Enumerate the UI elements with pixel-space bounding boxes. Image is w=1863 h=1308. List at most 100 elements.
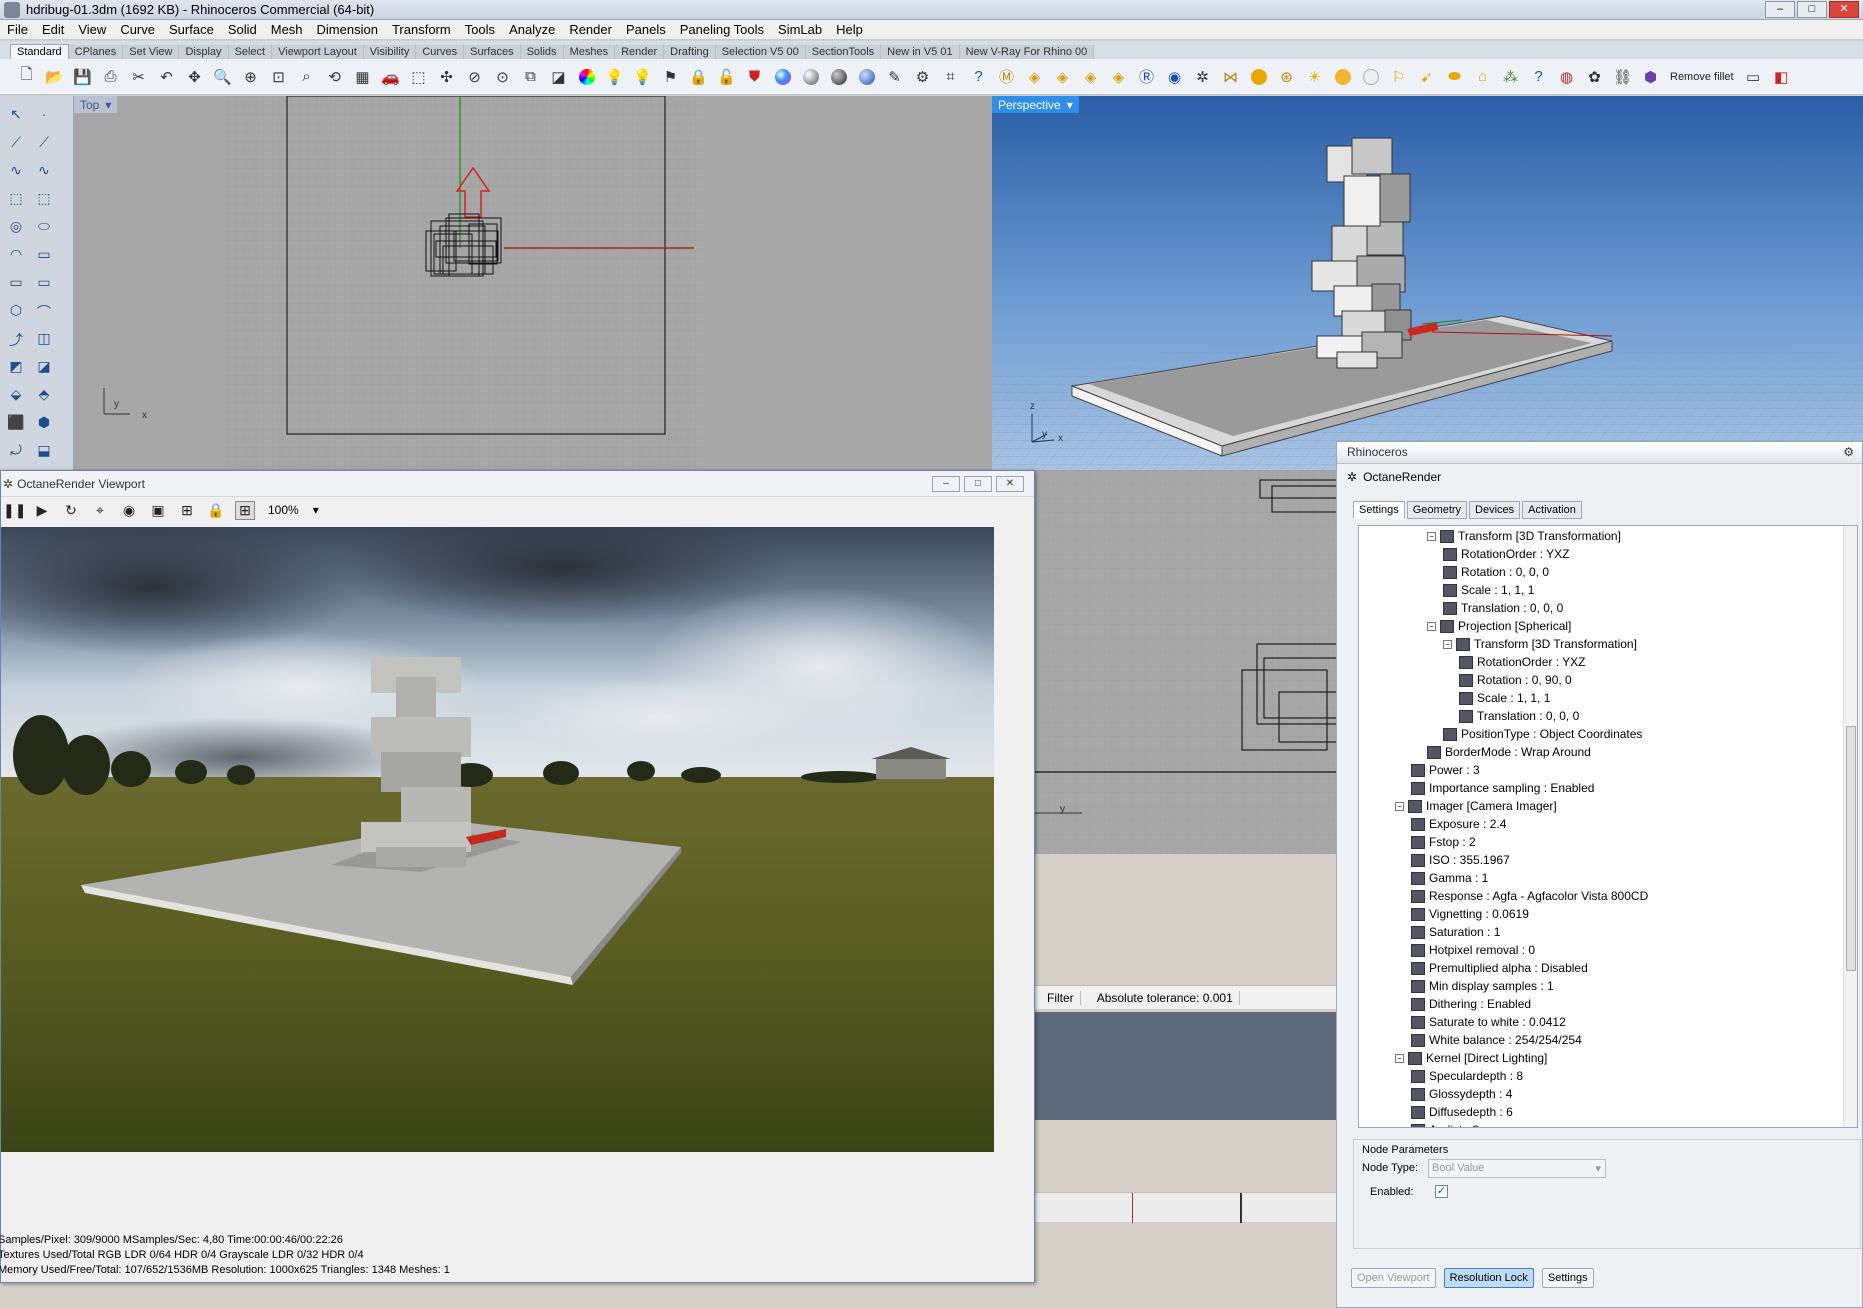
print-icon[interactable]: ⎙ — [98, 64, 123, 89]
plugin-tab[interactable]: ✲ OctaneRender — [1337, 464, 1862, 490]
tree-row[interactable]: Saturate to white : 0.0412 — [1411, 1013, 1566, 1031]
tree-row[interactable]: Rotation : 0, 90, 0 — [1459, 671, 1572, 689]
light-icon[interactable]: 💡 — [602, 64, 627, 89]
menu-analyze[interactable]: Analyze — [502, 22, 562, 37]
tag-icon[interactable]: ◈ — [1022, 64, 1047, 89]
minimize-button[interactable]: – — [1765, 1, 1795, 18]
menu-paneling-tools[interactable]: Paneling Tools — [673, 22, 771, 37]
select-arrow-icon[interactable]: ↖ — [6, 106, 26, 124]
lock-icon[interactable]: 🔒 — [206, 502, 226, 519]
menu-file[interactable]: File — [0, 22, 35, 37]
collapse-toggle-icon[interactable]: − — [1443, 639, 1452, 649]
color-wheel-icon[interactable] — [574, 64, 599, 89]
m-icon[interactable]: Ⓜ — [994, 64, 1019, 89]
line-icon[interactable]: ⟋ — [34, 134, 54, 152]
viewport-perspective[interactable]: Perspective ▾ z y x — [992, 96, 1863, 470]
tree-scrollbar[interactable] — [1843, 526, 1857, 1127]
gumball-icon[interactable]: ✣ — [434, 64, 459, 89]
viewport-top[interactable]: Top ▾ y x — [74, 96, 992, 470]
remove-fillet-label[interactable]: Remove fillet — [1670, 71, 1734, 83]
zoom-window-icon[interactable]: ⊕ — [238, 64, 263, 89]
tree-row[interactable]: Power : 3 — [1411, 761, 1480, 779]
tab-visibility[interactable]: Visibility — [363, 45, 417, 59]
save-render-icon[interactable]: ▣ — [148, 502, 168, 519]
orange-dot-icon[interactable] — [1330, 64, 1355, 89]
collapse-toggle-icon[interactable]: − — [1395, 801, 1404, 811]
solid2-icon[interactable]: ⬘ — [34, 386, 54, 404]
tree-row[interactable]: Premultiplied alpha : Disabled — [1411, 959, 1588, 977]
tree-scroll-thumb[interactable] — [1846, 726, 1856, 971]
rect-dash-icon[interactable]: ⬚ — [6, 190, 26, 208]
pan-icon[interactable]: ✥ — [182, 64, 207, 89]
tree-row[interactable]: Scale : 1, 1, 1 — [1443, 581, 1534, 599]
menu-tools[interactable]: Tools — [458, 22, 502, 37]
tree-row[interactable]: BorderMode : Wrap Around — [1427, 743, 1591, 761]
lasso-icon[interactable]: ⊘ — [462, 64, 487, 89]
zoom-icon[interactable]: 🔍 — [210, 64, 235, 89]
tree-row[interactable]: Hotpixel removal : 0 — [1411, 941, 1535, 959]
collapse-toggle-icon[interactable]: − — [1395, 1053, 1404, 1063]
viewport-perspective-tab[interactable]: Perspective ▾ — [992, 96, 1079, 113]
point-edit-icon[interactable]: ⊙ — [490, 64, 515, 89]
white-dot-icon[interactable] — [1358, 64, 1383, 89]
tab-set-view[interactable]: Set View — [123, 45, 180, 59]
tree-row[interactable]: RotationOrder : YXZ — [1459, 653, 1586, 671]
tree-row[interactable]: Response : Agfa - Agfacolor Vista 800CD — [1411, 887, 1648, 905]
sphere-blue-icon[interactable] — [854, 64, 879, 89]
transform2-icon[interactable]: ⬓ — [34, 442, 54, 460]
transform-icon[interactable]: ⤾ — [6, 442, 26, 460]
car-icon[interactable]: 🚗 — [378, 64, 403, 89]
tree-row[interactable]: Importance sampling : Enabled — [1411, 779, 1594, 797]
unlock-icon[interactable]: 🔓 — [714, 64, 739, 89]
grass-icon[interactable]: ⁂ — [1498, 64, 1523, 89]
material-icon[interactable] — [770, 64, 795, 89]
help-blue-icon[interactable]: ? — [1526, 64, 1551, 89]
region-icon[interactable]: ⊞ — [177, 502, 197, 519]
menu-solid[interactable]: Solid — [221, 22, 264, 37]
tree-row[interactable]: ISO : 355.1967 — [1411, 851, 1510, 869]
viewport-bottom[interactable]: y — [992, 470, 1336, 854]
curve2-icon[interactable]: ∿ — [34, 162, 54, 180]
tab-drafting[interactable]: Drafting — [664, 45, 716, 59]
menu-edit[interactable]: Edit — [35, 22, 71, 37]
polygon-icon[interactable]: ⬡ — [6, 302, 26, 320]
tree-row[interactable]: PositionType : Object Coordinates — [1443, 725, 1642, 743]
chevron-down-icon[interactable]: ▾ — [1067, 98, 1073, 112]
filter-icon[interactable]: ⚑ — [658, 64, 683, 89]
layer-icon[interactable]: ⧉ — [518, 64, 543, 89]
tree-row[interactable]: Scale : 1, 1, 1 — [1459, 689, 1550, 707]
tree-row[interactable]: Saturation : 1 — [1411, 923, 1500, 941]
sphere-grey-icon[interactable] — [798, 64, 823, 89]
tab-viewport-layout[interactable]: Viewport Layout — [272, 45, 364, 59]
menu-curve[interactable]: Curve — [113, 22, 162, 37]
tab-new-in-v5[interactable]: New in V5 01 — [881, 45, 960, 59]
tab-select[interactable]: Select — [228, 45, 273, 59]
circle-icon[interactable]: ◎ — [6, 218, 26, 236]
tree-row[interactable]: Translation : 0, 0, 0 — [1459, 707, 1579, 725]
rectangle3-icon[interactable]: ▭ — [34, 274, 54, 292]
rect-dash2-icon[interactable]: ⬚ — [34, 190, 54, 208]
timeline-strip[interactable] — [992, 1192, 1336, 1223]
lock-icon[interactable]: 🔒 — [686, 64, 711, 89]
link-icon[interactable]: ⛓ — [1610, 64, 1635, 89]
tree-row[interactable]: − Transform [3D Transformation] — [1427, 527, 1621, 545]
r-icon[interactable]: Ⓡ — [1134, 64, 1159, 89]
tab-surfaces[interactable]: Surfaces — [464, 45, 521, 59]
rectangle2-icon[interactable]: ▭ — [6, 274, 26, 292]
tree-row[interactable]: Exposure : 2.4 — [1411, 815, 1506, 833]
collapse-toggle-icon[interactable]: − — [1427, 621, 1436, 631]
tab-selection-v5[interactable]: Selection V5 00 — [715, 45, 806, 59]
collapse-toggle-icon[interactable]: − — [1427, 531, 1436, 541]
resolution-lock-button[interactable]: Resolution Lock — [1443, 1268, 1534, 1288]
tab-sectiontools[interactable]: SectionTools — [805, 45, 882, 59]
new-file-icon[interactable]: 🗋 — [14, 64, 39, 89]
rt-icon[interactable]: ◉ — [1162, 64, 1187, 89]
cube-icon[interactable]: ⬢ — [1638, 64, 1663, 89]
filter-flower-icon[interactable]: ✿ — [1582, 64, 1607, 89]
menu-dimension[interactable]: Dimension — [310, 22, 385, 37]
sphere-dark-icon[interactable] — [826, 64, 851, 89]
tree-row[interactable]: Glossydepth : 4 — [1411, 1085, 1512, 1103]
tree-row[interactable]: Diffusedepth : 6 — [1411, 1103, 1513, 1121]
settings-button[interactable]: Settings — [1541, 1268, 1594, 1288]
render-output-image[interactable] — [1, 527, 994, 1152]
